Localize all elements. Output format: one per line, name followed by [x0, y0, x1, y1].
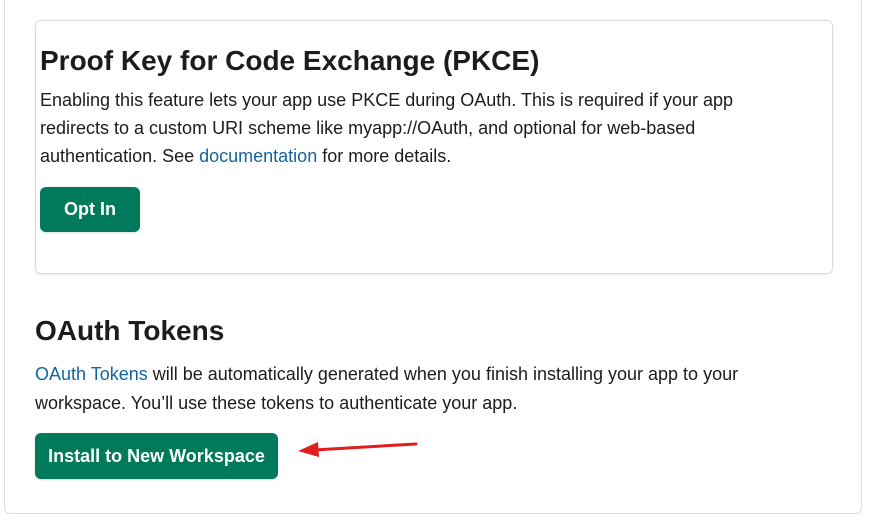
- red-arrow-left-icon: [298, 442, 418, 457]
- install-to-new-workspace-button[interactable]: Install to New Workspace: [35, 433, 278, 479]
- oauth-tokens-link[interactable]: OAuth Tokens: [35, 364, 148, 384]
- opt-in-button[interactable]: Opt In: [40, 187, 140, 232]
- oauth-tokens-title: OAuth Tokens: [35, 315, 225, 346]
- pkce-description: Enabling this feature lets your app use …: [40, 86, 760, 170]
- documentation-link[interactable]: documentation: [199, 146, 317, 166]
- pkce-title: Proof Key for Code Exchange (PKCE): [40, 45, 540, 76]
- pkce-description-suffix: for more details.: [317, 146, 452, 166]
- oauth-tokens-description: OAuth Tokens will be automatically gener…: [35, 360, 805, 418]
